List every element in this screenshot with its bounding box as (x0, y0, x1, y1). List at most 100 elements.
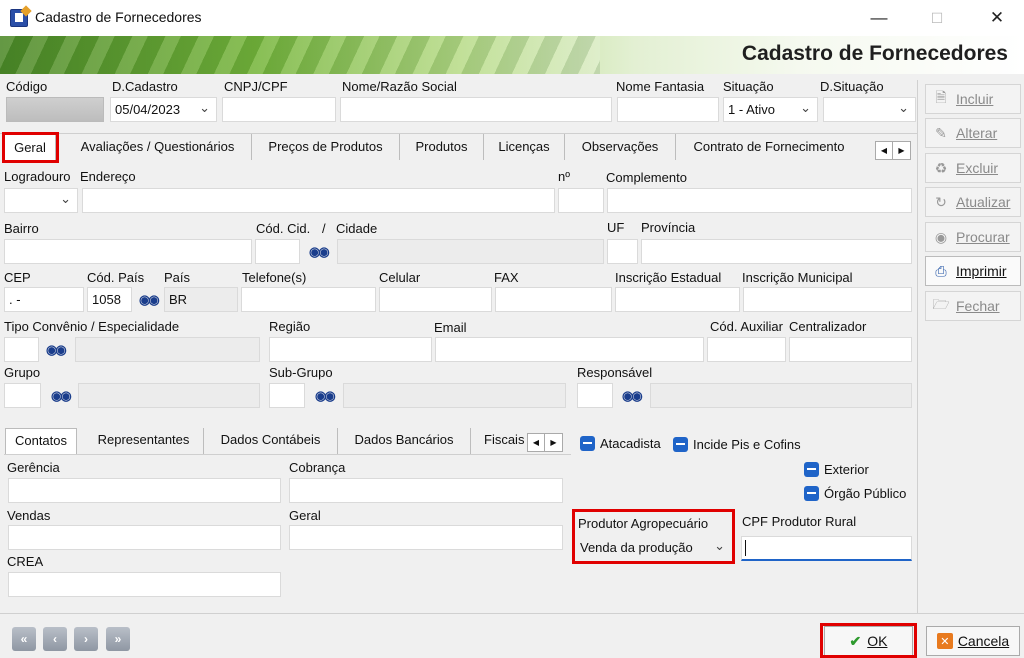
nome-field[interactable] (340, 97, 612, 122)
cancela-button[interactable]: ✕ Cancela (926, 626, 1020, 656)
incide-checkbox[interactable]: Incide Pis e Cofins (673, 437, 801, 452)
regiao-field[interactable] (269, 337, 432, 362)
centralizador-field[interactable] (789, 337, 912, 362)
excluir-label: Excluir (956, 160, 999, 176)
text-cursor (745, 540, 746, 556)
atacadista-checkbox[interactable]: Atacadista (580, 436, 661, 451)
arrow-left-icon[interactable]: ◀ (876, 142, 893, 159)
codpais-field[interactable]: 1058 (87, 287, 132, 312)
orgao-checkbox[interactable]: Órgão Público (804, 486, 906, 501)
bairro-field[interactable] (4, 239, 252, 264)
arrow-right-icon[interactable]: ▶ (545, 434, 562, 451)
cep-field[interactable]: . - (4, 287, 84, 312)
subgrupo-label: Sub-Grupo (269, 365, 333, 380)
provincia-label: Província (641, 220, 696, 235)
numero-field[interactable] (558, 188, 604, 213)
tipo-convenio-field[interactable] (4, 337, 39, 362)
tab-precos[interactable]: Preços de Produtos (252, 134, 400, 160)
fax-label: FAX (494, 270, 519, 285)
subtab-contatos[interactable]: Contatos (5, 428, 77, 454)
insc-municipal-field[interactable] (743, 287, 912, 312)
situacao-value: 1 - Ativo (728, 102, 775, 117)
subtab-representantes[interactable]: Representantes (84, 428, 204, 454)
banner-title: Cadastro de Fornecedores (741, 42, 1008, 65)
complemento-field[interactable] (607, 188, 912, 213)
incluir-label: Incluir (956, 91, 994, 107)
logradouro-select[interactable]: ⌄ (4, 188, 78, 213)
pais-field: BR (164, 287, 238, 312)
cod-auxiliar-field[interactable] (707, 337, 786, 362)
last-record-icon[interactable]: » (106, 627, 130, 651)
insc-estadual-field[interactable] (615, 287, 740, 312)
excluir-button[interactable]: ♻ Excluir (925, 153, 1021, 183)
dcadastro-field[interactable]: 05/04/2023 ⌄ (110, 97, 217, 122)
gerencia-field[interactable] (8, 478, 281, 503)
checkbox-icon (673, 437, 688, 452)
imprimir-button[interactable]: ⎙ Imprimir (925, 256, 1021, 286)
responsavel-field[interactable] (577, 383, 613, 408)
previous-record-icon[interactable]: ‹ (43, 627, 67, 651)
tab-avaliacoes[interactable]: Avaliações / Questionários (64, 134, 252, 160)
cancela-label: Cancela (957, 633, 1010, 649)
footer-divider (0, 613, 1024, 614)
telefone-field[interactable] (241, 287, 376, 312)
tab-scroll[interactable]: ◀ ▶ (875, 141, 911, 160)
highlight-ok (820, 623, 917, 658)
grupo-field[interactable] (4, 383, 41, 408)
atualizar-button[interactable]: ↻ Atualizar (925, 187, 1021, 217)
minimize-button[interactable]: — (856, 0, 902, 36)
email-label: Email (434, 320, 467, 335)
uf-field[interactable] (607, 239, 638, 264)
insc-estadual-label: Inscrição Estadual (615, 270, 722, 285)
binoculars-icon[interactable]: ◉◉ (622, 388, 643, 404)
arrow-right-icon[interactable]: ▶ (893, 142, 910, 159)
tab-produtos[interactable]: Produtos (400, 134, 484, 160)
grupo-desc (78, 383, 260, 408)
endereco-field[interactable] (82, 188, 555, 213)
pais-label: País (164, 270, 191, 285)
window-title: Cadastro de Fornecedores (35, 9, 202, 25)
binoculars-icon[interactable]: ◉◉ (315, 388, 336, 404)
incluir-button[interactable]: 🗎 Incluir (925, 84, 1021, 114)
exterior-checkbox[interactable]: Exterior (804, 462, 869, 477)
fantasia-field[interactable] (617, 97, 719, 122)
dsituacao-field[interactable]: ⌄ (823, 97, 916, 122)
geral-contato-field[interactable] (289, 525, 563, 550)
subtab-dados-contabeis[interactable]: Dados Contábeis (204, 428, 338, 454)
fax-field[interactable] (495, 287, 612, 312)
tab-observacoes[interactable]: Observações (565, 134, 676, 160)
codigo-field[interactable] (6, 97, 104, 122)
close-button[interactable]: ✕ (974, 0, 1020, 36)
situacao-select[interactable]: 1 - Ativo ⌄ (723, 97, 818, 122)
subtab-dados-bancarios[interactable]: Dados Bancários (338, 428, 471, 454)
subgrupo-field[interactable] (269, 383, 305, 408)
email-field[interactable] (435, 337, 704, 362)
binoculars-icon[interactable]: ◉◉ (309, 244, 330, 260)
crea-field[interactable] (8, 572, 281, 597)
cod-auxiliar-label: Cód. Auxiliar (710, 319, 783, 334)
fechar-button[interactable]: 🗁 Fechar (925, 291, 1021, 321)
cnpj-field[interactable] (222, 97, 336, 122)
first-record-icon[interactable]: « (12, 627, 36, 651)
alterar-button[interactable]: ✎ Alterar (925, 118, 1021, 148)
complemento-label: Complemento (606, 170, 687, 185)
provincia-field[interactable] (641, 239, 912, 264)
tab-contrato[interactable]: Contrato de Fornecimento (676, 134, 862, 160)
cobranca-field[interactable] (289, 478, 563, 503)
cpf-produtor-field[interactable] (741, 536, 912, 561)
binoculars-icon[interactable]: ◉◉ (51, 388, 72, 404)
vendas-field[interactable] (8, 525, 281, 550)
dcadastro-label: D.Cadastro (112, 79, 178, 94)
codcid-field[interactable] (255, 239, 300, 264)
tab-licencas[interactable]: Licenças (484, 134, 565, 160)
procurar-button[interactable]: ◉ Procurar (925, 222, 1021, 252)
celular-field[interactable] (379, 287, 492, 312)
arrow-left-icon[interactable]: ◀ (528, 434, 545, 451)
uf-label: UF (607, 220, 625, 235)
subtab-fiscais[interactable]: Fiscais (471, 428, 527, 454)
subtab-scroll[interactable]: ◀ ▶ (527, 433, 563, 452)
next-record-icon[interactable]: › (74, 627, 98, 651)
centralizador-label: Centralizador (789, 319, 867, 334)
binoculars-icon[interactable]: ◉◉ (139, 292, 160, 308)
binoculars-icon[interactable]: ◉◉ (46, 342, 67, 358)
